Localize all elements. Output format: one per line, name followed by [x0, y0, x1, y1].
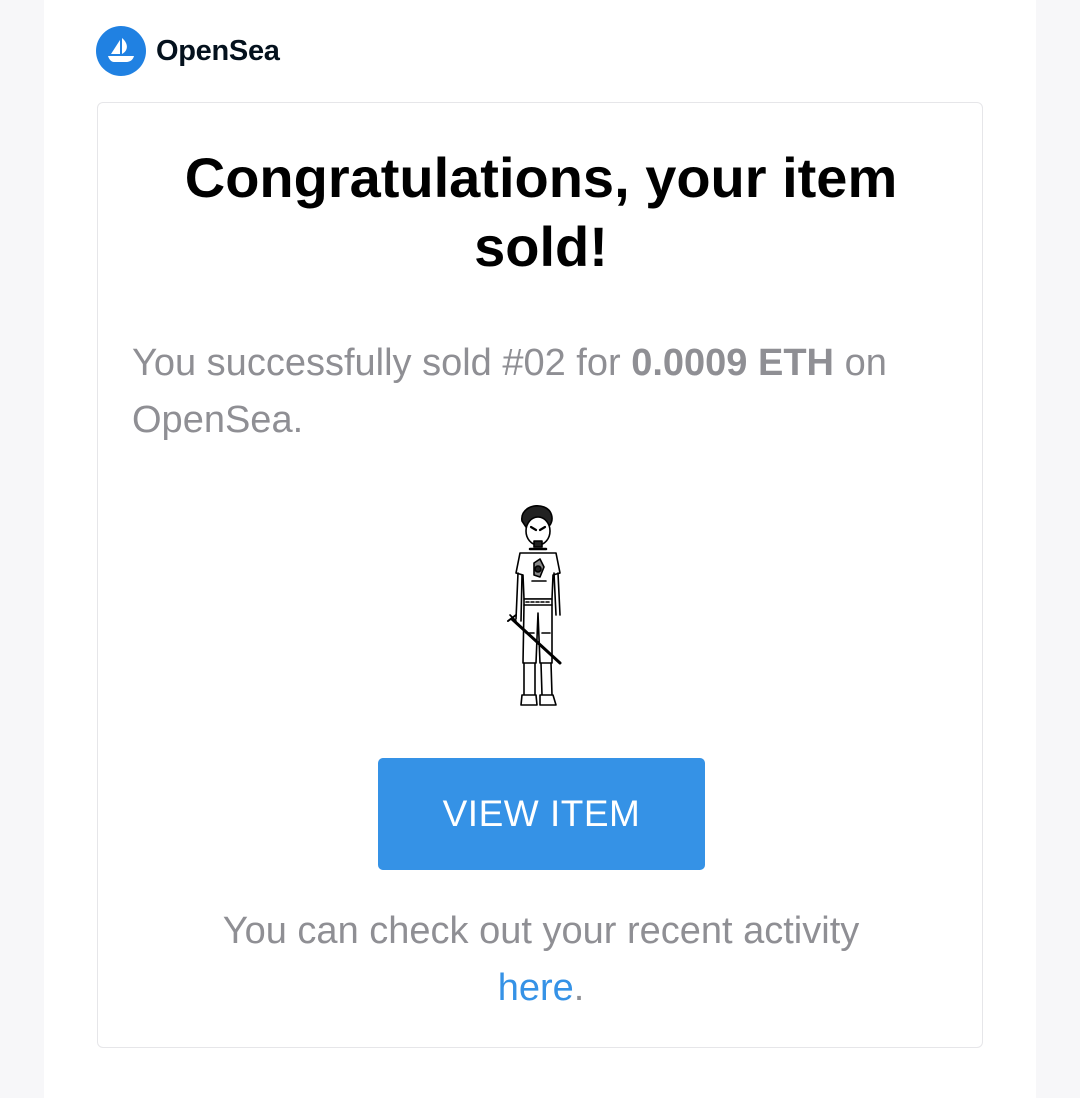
view-item-button[interactable]: VIEW ITEM	[378, 758, 705, 870]
activity-suffix: .	[573, 967, 585, 1009]
activity-prefix: You can check out your recent activity	[222, 910, 860, 952]
opensea-ship-icon	[96, 26, 146, 76]
sale-summary: You successfully sold #02 for 0.0009 ETH…	[132, 335, 952, 449]
summary-prefix: You successfully sold #02 for	[132, 342, 632, 384]
sale-price: 0.0009 ETH	[631, 342, 835, 384]
nft-character-illustration	[507, 505, 562, 706]
brand-name: OpenSea	[156, 34, 280, 67]
recent-activity-link[interactable]: here	[498, 967, 574, 1009]
brand-header: OpenSea	[96, 26, 280, 76]
email-title: Congratulations, your item sold!	[184, 146, 898, 278]
sale-notification-card: Congratulations, your item sold! You suc…	[97, 102, 983, 1048]
recent-activity-note: You can check out your recent activity h…	[138, 903, 944, 1017]
